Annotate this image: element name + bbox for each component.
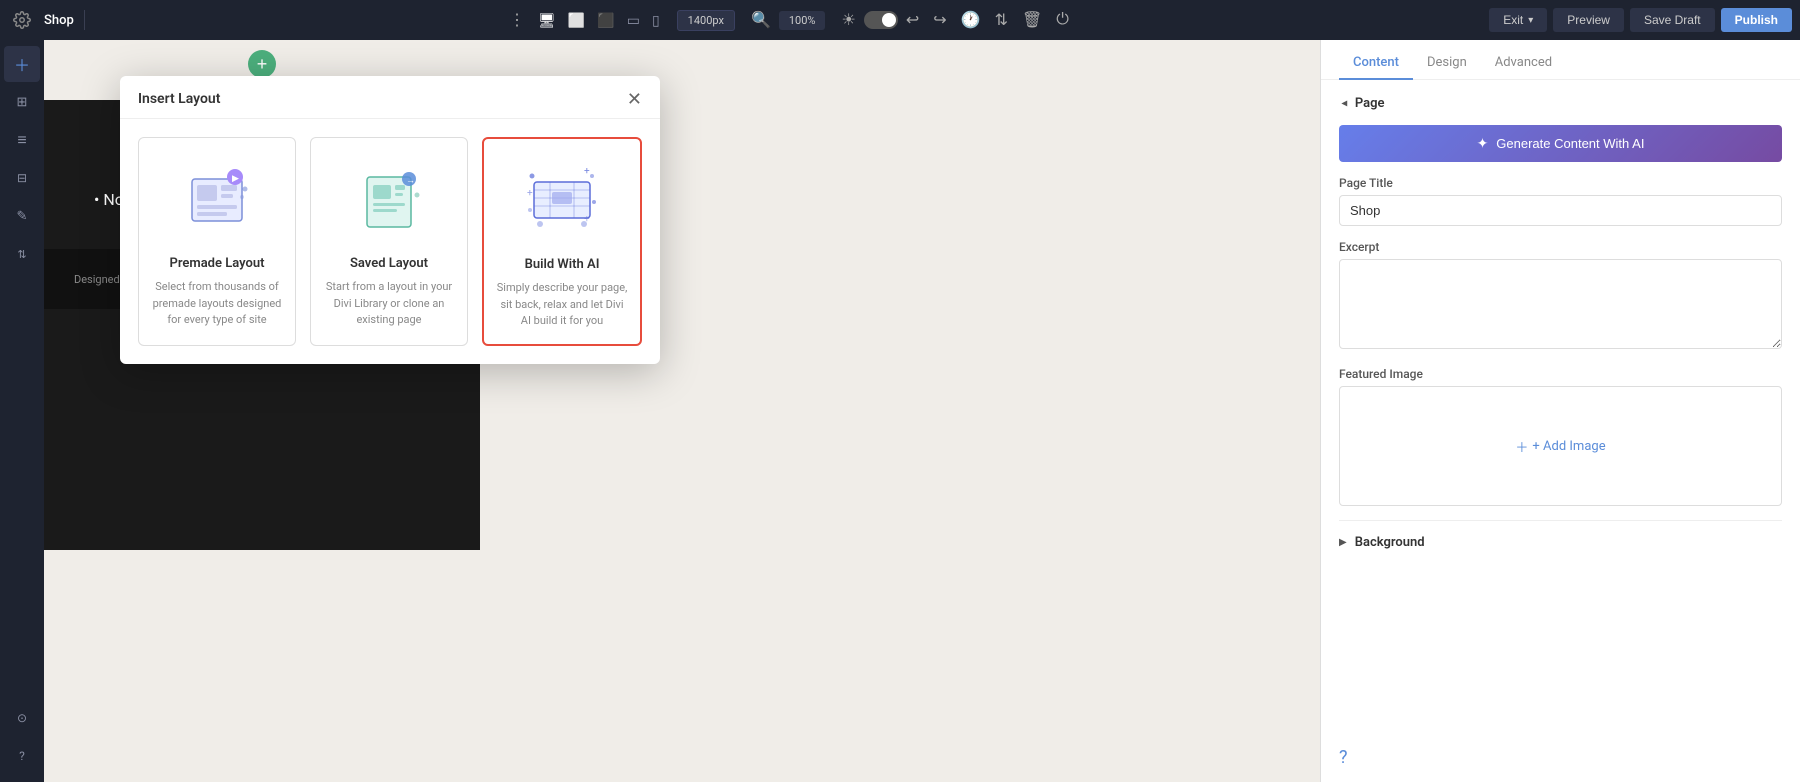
featured-image-area[interactable]: ＋ + Add Image (1339, 386, 1782, 506)
topbar-right: Exit ▾ Preview Save Draft Publish (1489, 8, 1792, 32)
width-badge: 1400px (677, 10, 735, 31)
modal-title: Insert Layout (138, 91, 220, 107)
svg-text:→: → (406, 176, 415, 186)
sidebar-item-layout[interactable]: ⊞ (4, 84, 40, 120)
trash-icon[interactable]: 🗑 (1016, 6, 1048, 34)
modal-body: ▶ Premade Layout Select from thousands o… (120, 119, 660, 364)
excerpt-textarea[interactable] (1339, 259, 1782, 349)
desktop-icon[interactable]: 🖥 (533, 9, 561, 32)
redo-icon[interactable]: ↪ (927, 6, 952, 34)
insert-layout-modal: Insert Layout ✕ ▶ (120, 76, 660, 364)
gear-icon[interactable] (8, 6, 36, 34)
plus-icon: ＋ (1515, 437, 1528, 456)
sidebar-item-history[interactable]: ⊙ (4, 700, 40, 736)
background-arrow-icon: ▶ (1339, 537, 1347, 548)
modal-header: Insert Layout ✕ (120, 76, 660, 119)
page-title-input[interactable] (1339, 195, 1782, 226)
phone-landscape-icon[interactable]: ▭ (622, 9, 645, 32)
page-section-arrow-icon: ▼ (1338, 99, 1349, 109)
modal-close-button[interactable]: ✕ (627, 90, 642, 108)
save-draft-button[interactable]: Save Draft (1630, 8, 1715, 32)
add-image-button[interactable]: ＋ + Add Image (1515, 437, 1605, 456)
right-panel-tabs: Content Design Advanced (1321, 47, 1800, 80)
add-section-button[interactable]: + (248, 50, 276, 78)
ai-star-icon: ✦ (1477, 135, 1489, 152)
saved-layout-icon: → (323, 154, 455, 244)
help-icon[interactable]: ? (1339, 747, 1348, 768)
settings-sliders-icon[interactable]: ⇅ (989, 6, 1014, 34)
premade-layout-desc: Select from thousands of premade layouts… (151, 279, 283, 329)
phone-icon[interactable]: ▯ (647, 9, 665, 32)
premade-layout-card[interactable]: ▶ Premade Layout Select from thousands o… (138, 137, 296, 346)
svg-text:+: + (527, 188, 533, 199)
excerpt-label: Excerpt (1339, 240, 1782, 254)
right-panel-content: ▼ Page ✦ Generate Content With AI Page T… (1321, 80, 1800, 576)
background-section-title: Background (1355, 535, 1425, 550)
clock-icon[interactable]: 🕐 (955, 6, 987, 34)
tablet-icon[interactable]: ⬛ (592, 9, 619, 32)
more-options-icon[interactable]: ⋮ (503, 6, 531, 34)
build-with-ai-card[interactable]: + + + Build With AI Simply describe your… (482, 137, 642, 346)
sidebar-item-add[interactable]: ＋ (4, 46, 40, 82)
page-section-title: Page (1355, 96, 1385, 111)
tab-content[interactable]: Content (1339, 47, 1413, 80)
sidebar-item-help[interactable]: ? (4, 738, 40, 774)
topbar: Shop ⋮ 🖥 ⬜ ⬛ ▭ ▯ 1400px 🔍 100% ☀ ↩ ↪ 🕐 ⇅… (0, 0, 1800, 40)
sidebar-item-portability[interactable]: ⇅ (4, 236, 40, 272)
svg-text:▶: ▶ (232, 174, 239, 184)
power-icon[interactable]: ⏻ (1050, 7, 1075, 33)
saved-layout-desc: Start from a layout in your Divi Library… (323, 279, 455, 329)
dark-mode-toggle[interactable] (864, 11, 898, 29)
ai-generate-button[interactable]: ✦ Generate Content With AI (1339, 125, 1782, 162)
premade-layout-icon: ▶ (151, 154, 283, 244)
sidebar-item-text[interactable]: ≡ (4, 122, 40, 158)
left-sidebar: ＋ ⊞ ≡ ⊟ ✎ ⇅ ⊙ ? (0, 40, 44, 782)
svg-text:+: + (584, 166, 590, 177)
page-section-header[interactable]: ▼ Page (1339, 96, 1782, 111)
sidebar-item-edit[interactable]: ✎ (4, 198, 40, 234)
saved-layout-card[interactable]: → Saved Layout Start from a layout in yo… (310, 137, 468, 346)
featured-image-label: Featured Image (1339, 367, 1782, 381)
tab-design[interactable]: Design (1413, 47, 1481, 80)
build-with-ai-icon: + + + (496, 155, 628, 245)
exit-arrow-icon: ▾ (1528, 15, 1533, 26)
tab-advanced[interactable]: Advanced (1481, 47, 1566, 80)
sidebar-item-modules[interactable]: ⊟ (4, 160, 40, 196)
saved-layout-title: Saved Layout (323, 256, 455, 271)
build-with-ai-desc: Simply describe your page, sit back, rel… (496, 280, 628, 330)
zoom-badge: 100% (779, 11, 826, 30)
build-with-ai-title: Build With AI (496, 257, 628, 272)
background-section-header[interactable]: ▶ Background (1339, 520, 1782, 550)
publish-button[interactable]: Publish (1721, 8, 1792, 32)
tablet-landscape-icon[interactable]: ⬜ (563, 9, 590, 32)
site-title: Shop (44, 13, 74, 28)
search-icon[interactable]: 🔍 (745, 6, 777, 34)
separator (84, 10, 85, 30)
preview-button[interactable]: Preview (1553, 8, 1624, 32)
sun-icon[interactable]: ☀ (835, 6, 861, 34)
undo-icon[interactable]: ↩ (900, 6, 925, 34)
premade-layout-title: Premade Layout (151, 256, 283, 271)
topbar-tools: ⋮ 🖥 ⬜ ⬛ ▭ ▯ 1400px 🔍 100% ☀ ↩ ↪ 🕐 ⇅ 🗑 ⏻ (95, 6, 1483, 34)
right-panel: Page Settings ✕ Content Design Advanced … (1320, 0, 1800, 782)
page-title-label: Page Title (1339, 176, 1782, 190)
exit-button[interactable]: Exit ▾ (1489, 8, 1547, 32)
